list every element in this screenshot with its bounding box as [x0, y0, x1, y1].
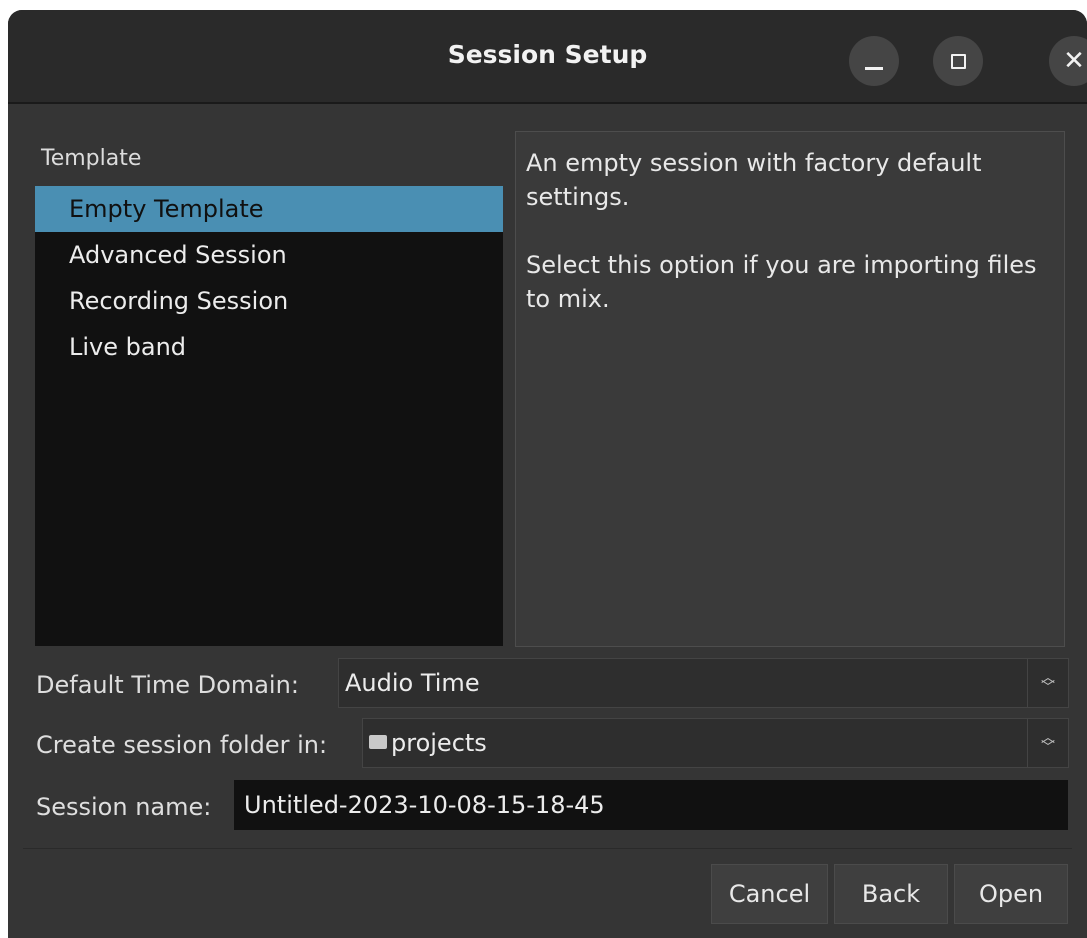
chevron-updown-icon: ︿ ﹀ [1027, 719, 1068, 767]
time-domain-label: Default Time Domain: [36, 671, 299, 699]
template-item-advanced-session[interactable]: Advanced Session [35, 232, 503, 278]
open-button[interactable]: Open [954, 864, 1068, 924]
minimize-icon [865, 66, 883, 70]
close-button[interactable]: ✕ [1049, 36, 1087, 86]
back-button[interactable]: Back [834, 864, 948, 924]
template-header: Template [41, 146, 142, 171]
maximize-button[interactable] [933, 36, 983, 86]
titlebar: Session Setup ✕ [8, 10, 1087, 104]
template-item-empty-template[interactable]: Empty Template [35, 186, 503, 232]
time-domain-value: Audio Time [345, 669, 480, 697]
minimize-button[interactable] [849, 36, 899, 86]
template-list[interactable]: Empty Template Advanced Session Recordin… [35, 186, 503, 646]
session-name-label: Session name: [36, 793, 212, 821]
maximize-icon [950, 53, 966, 69]
session-name-input[interactable] [234, 780, 1068, 830]
session-folder-label: Create session folder in: [36, 731, 328, 759]
cancel-button[interactable]: Cancel [711, 864, 828, 924]
description-paragraph: Select this option if you are importing … [526, 251, 1037, 313]
divider [23, 848, 1072, 849]
template-item-recording-session[interactable]: Recording Session [35, 278, 503, 324]
folder-icon [369, 735, 387, 749]
description-paragraph: An empty session with factory default se… [526, 149, 982, 211]
session-folder-value: projects [391, 729, 487, 757]
session-folder-select[interactable]: projects ︿ ﹀ [362, 718, 1069, 768]
chevron-updown-icon: ︿ ﹀ [1027, 659, 1068, 707]
template-item-live-band[interactable]: Live band [35, 324, 503, 370]
window-title: Session Setup [447, 40, 648, 69]
session-setup-dialog: Session Setup ✕ Template Empty Template … [8, 10, 1087, 938]
time-domain-select[interactable]: Audio Time ︿ ﹀ [338, 658, 1069, 708]
close-icon: ✕ [1063, 46, 1085, 76]
template-description: An empty session with factory default se… [515, 131, 1065, 647]
